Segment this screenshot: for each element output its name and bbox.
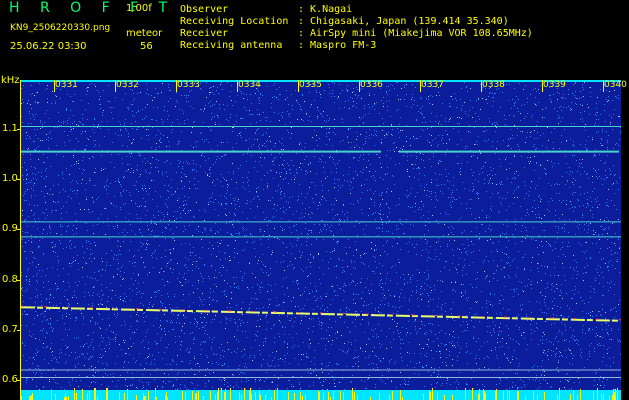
x-tick-mark	[176, 80, 177, 92]
receiver-value: : AirSpy mini (Miakejima VOR 108.65MHz)	[298, 28, 533, 39]
meteor-label: meteor	[126, 28, 163, 39]
y-tick-label: 1.1	[2, 123, 18, 134]
antenna-value: : Maspro FM-3	[298, 40, 377, 51]
x-tick-label: 0336	[360, 80, 383, 90]
x-tick-mark	[481, 80, 482, 92]
bottom-band	[21, 390, 621, 400]
y-tick-label: 0.6	[2, 374, 18, 385]
y-axis-line	[20, 80, 21, 400]
receiver-label: Receiver	[180, 28, 229, 39]
x-tick-mark	[298, 80, 299, 92]
spectrogram-svg	[21, 80, 621, 400]
x-tick-label: 0340	[604, 80, 627, 90]
version-label: 1.00f	[126, 3, 152, 14]
x-tick-mark	[54, 80, 55, 92]
observer-value: : K.Nagai	[298, 4, 353, 15]
x-tick-mark	[359, 80, 360, 92]
observer-label: Observer	[180, 4, 229, 15]
x-tick-label: 0339	[543, 80, 566, 90]
x-tick-mark	[542, 80, 543, 92]
y-tick-mark	[17, 329, 21, 331]
y-tick-label: 0.9	[2, 223, 18, 235]
y-tick-mark	[17, 279, 21, 281]
x-tick-label: 0331	[55, 80, 78, 90]
x-tick-mark	[115, 80, 116, 92]
x-tick-mark	[420, 80, 421, 92]
x-tick-mark	[237, 80, 238, 92]
x-tick-mark	[603, 80, 604, 92]
x-tick-label: 0335	[299, 80, 322, 90]
y-tick-label: 0.8	[2, 273, 18, 285]
header-panel: H R O F F T 1.00f KN9_2506220330.png met…	[0, 0, 629, 78]
y-tick-label: 1.0	[2, 173, 18, 185]
x-tick-label: 0337	[421, 80, 444, 90]
y-tick-mark	[17, 179, 21, 181]
noise-speckle	[21, 80, 621, 400]
y-tick-label: 0.7	[2, 323, 18, 335]
y-tick-mark	[17, 129, 21, 130]
x-tick-label: 0334	[238, 80, 261, 90]
meteor-count: 56	[140, 41, 153, 52]
y-tick-mark	[17, 380, 21, 381]
filename-label: KN9_2506220330.png	[10, 23, 111, 33]
x-tick-label: 0333	[177, 80, 200, 90]
antenna-label: Receiving antenna	[180, 40, 283, 51]
y-tick-mark	[17, 229, 21, 231]
y-axis-unit-label: kHz	[1, 75, 20, 86]
spectrogram-plot	[21, 80, 621, 400]
timestamp-label: 25.06.22 03:30	[10, 41, 87, 52]
location-label: Receiving Location	[180, 16, 289, 27]
x-tick-label: 0338	[482, 80, 505, 90]
location-value: : Chigasaki, Japan (139.414 35.340)	[298, 16, 509, 27]
x-tick-label: 0332	[116, 80, 139, 90]
